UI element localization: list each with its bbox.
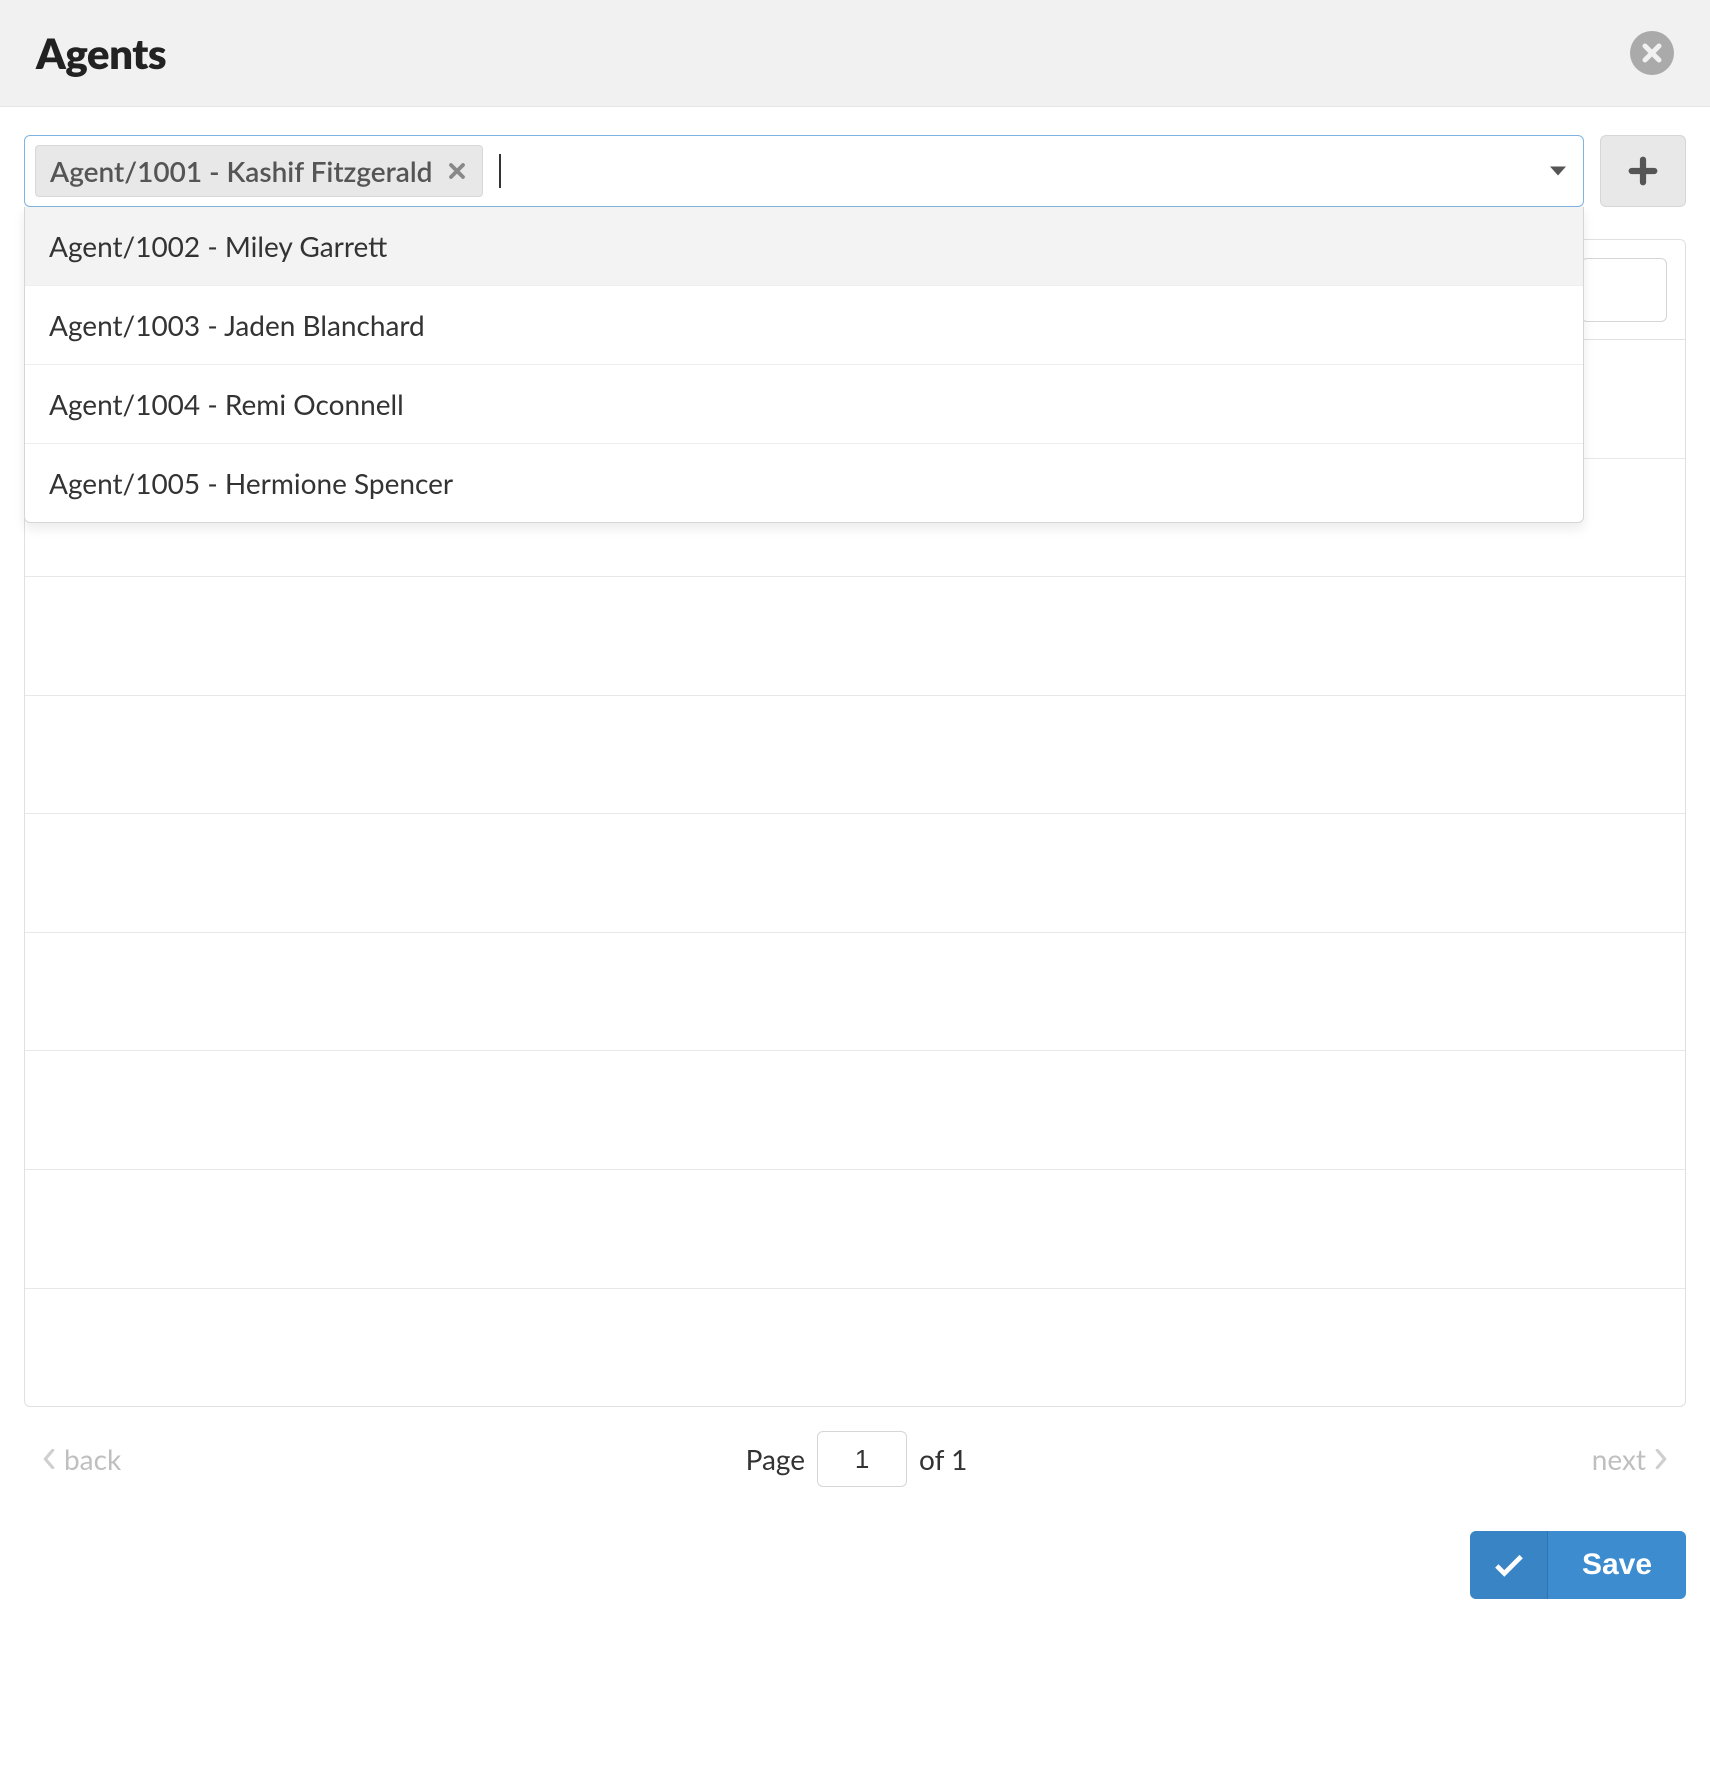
dropdown-option[interactable]: Agent/1002 - Miley Garrett	[25, 207, 1583, 285]
add-agent-button[interactable]	[1600, 135, 1686, 207]
agent-multiselect[interactable]: Agent/1001 - Kashif Fitzgerald Agent/100…	[24, 135, 1584, 207]
dropdown-option[interactable]: Agent/1004 - Remi Oconnell	[25, 364, 1583, 443]
modal-title: Agents	[36, 28, 166, 78]
multiselect-control[interactable]: Agent/1001 - Kashif Fitzgerald	[24, 135, 1584, 207]
chip-label: Agent/1001 - Kashif Fitzgerald	[50, 154, 432, 188]
agent-dropdown-panel: Agent/1002 - Miley Garrett Agent/1003 - …	[24, 207, 1584, 523]
pager-back-label: back	[64, 1442, 121, 1476]
pager-back-button[interactable]: back	[42, 1442, 121, 1476]
dropdown-option[interactable]: Agent/1003 - Jaden Blanchard	[25, 285, 1583, 364]
pagination: back Page of 1 next	[24, 1407, 1686, 1511]
chip-remove-button[interactable]	[446, 160, 468, 182]
selected-agent-chip: Agent/1001 - Kashif Fitzgerald	[35, 145, 483, 197]
agent-select-row: Agent/1001 - Kashif Fitzgerald Agent/100…	[24, 135, 1686, 207]
table-row	[25, 696, 1685, 815]
table-action-placeholder	[1581, 258, 1667, 322]
dropdown-option[interactable]: Agent/1005 - Hermione Spencer	[25, 443, 1583, 522]
modal-body: Agent/1001 - Kashif Fitzgerald Agent/100…	[0, 107, 1710, 1511]
pager-center: Page of 1	[746, 1431, 968, 1487]
table-row	[25, 1051, 1685, 1170]
page-word: Page	[746, 1442, 805, 1476]
table-row	[25, 814, 1685, 933]
save-button[interactable]: Save	[1470, 1531, 1686, 1599]
close-button[interactable]	[1630, 31, 1674, 75]
save-label: Save	[1548, 1548, 1686, 1582]
modal-footer: Save	[0, 1511, 1710, 1639]
chevron-left-icon	[42, 1449, 56, 1469]
page-number-input[interactable]	[817, 1431, 907, 1487]
table-row	[25, 933, 1685, 1052]
pager-next-label: next	[1592, 1442, 1646, 1476]
check-icon	[1494, 1553, 1524, 1577]
text-cursor	[499, 154, 501, 188]
dropdown-caret-icon[interactable]	[1550, 167, 1566, 176]
chevron-right-icon	[1654, 1449, 1668, 1469]
remove-icon	[448, 162, 466, 180]
modal-header: Agents	[0, 0, 1710, 107]
save-icon-wrap	[1470, 1531, 1548, 1599]
table-row	[25, 577, 1685, 696]
pager-next-button[interactable]: next	[1592, 1442, 1668, 1476]
close-icon	[1640, 41, 1664, 65]
table-row	[25, 1170, 1685, 1289]
plus-icon	[1628, 156, 1658, 186]
table-row	[25, 1289, 1685, 1407]
page-total: of 1	[919, 1442, 967, 1476]
